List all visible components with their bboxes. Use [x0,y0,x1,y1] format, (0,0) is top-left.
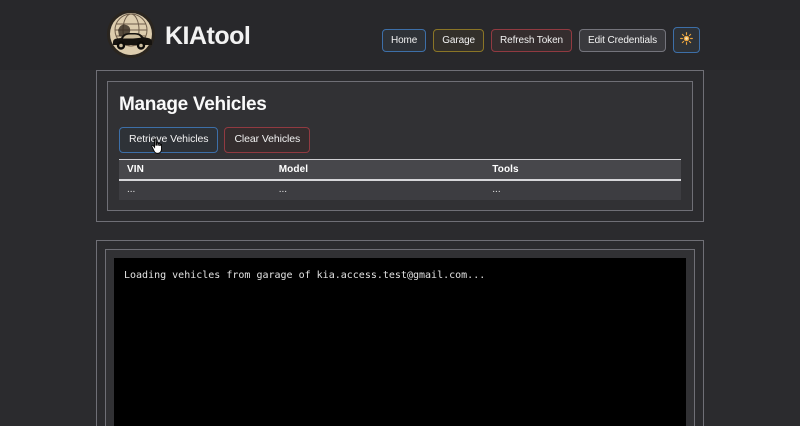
table-row: ... ... ... [119,179,681,200]
console-card: Loading vehicles from garage of kia.acce… [105,248,695,426]
manage-vehicles-panel: Manage Vehicles Retrieve Vehicles Clear … [96,70,704,222]
console-output: Loading vehicles from garage of kia.acce… [114,257,686,426]
cell-tools: ... [484,179,681,200]
theme-toggle-button[interactable] [673,27,700,53]
header-tools: Tools [484,159,681,181]
manage-vehicles-card: Manage Vehicles Retrieve Vehicles Clear … [107,81,693,211]
nav-buttons: Home Garage Refresh Token Edit Credentia… [381,27,700,53]
nav-refresh-token-button[interactable]: Refresh Token [491,28,572,52]
retrieve-vehicles-button[interactable]: Retrieve Vehicles [119,127,219,153]
console-panel: Loading vehicles from garage of kia.acce… [96,239,704,426]
vehicle-actions: Retrieve Vehicles Clear Vehicles [119,127,681,153]
vehicles-table: VIN Model Tools ... ... ... [119,158,681,200]
page-title: Manage Vehicles [119,94,267,115]
nav-garage-button[interactable]: Garage [433,28,484,52]
kiatool-logo-icon [106,9,156,64]
sun-icon [680,32,693,48]
nav-home-button[interactable]: Home [381,28,427,52]
cell-vin: ... [119,179,271,200]
brand-title: KIAtool [165,21,251,50]
header-vin: VIN [119,159,271,181]
clear-vehicles-button[interactable]: Clear Vehicles [224,127,311,153]
nav-edit-credentials-button[interactable]: Edit Credentials [579,28,666,52]
navbar: KIAtool Home Garage Refresh Token Edit C… [0,0,800,70]
table-header-row: VIN Model Tools [119,159,681,181]
brand[interactable]: KIAtool [106,9,251,64]
header-model: Model [270,159,485,181]
cell-model: ... [270,179,485,200]
